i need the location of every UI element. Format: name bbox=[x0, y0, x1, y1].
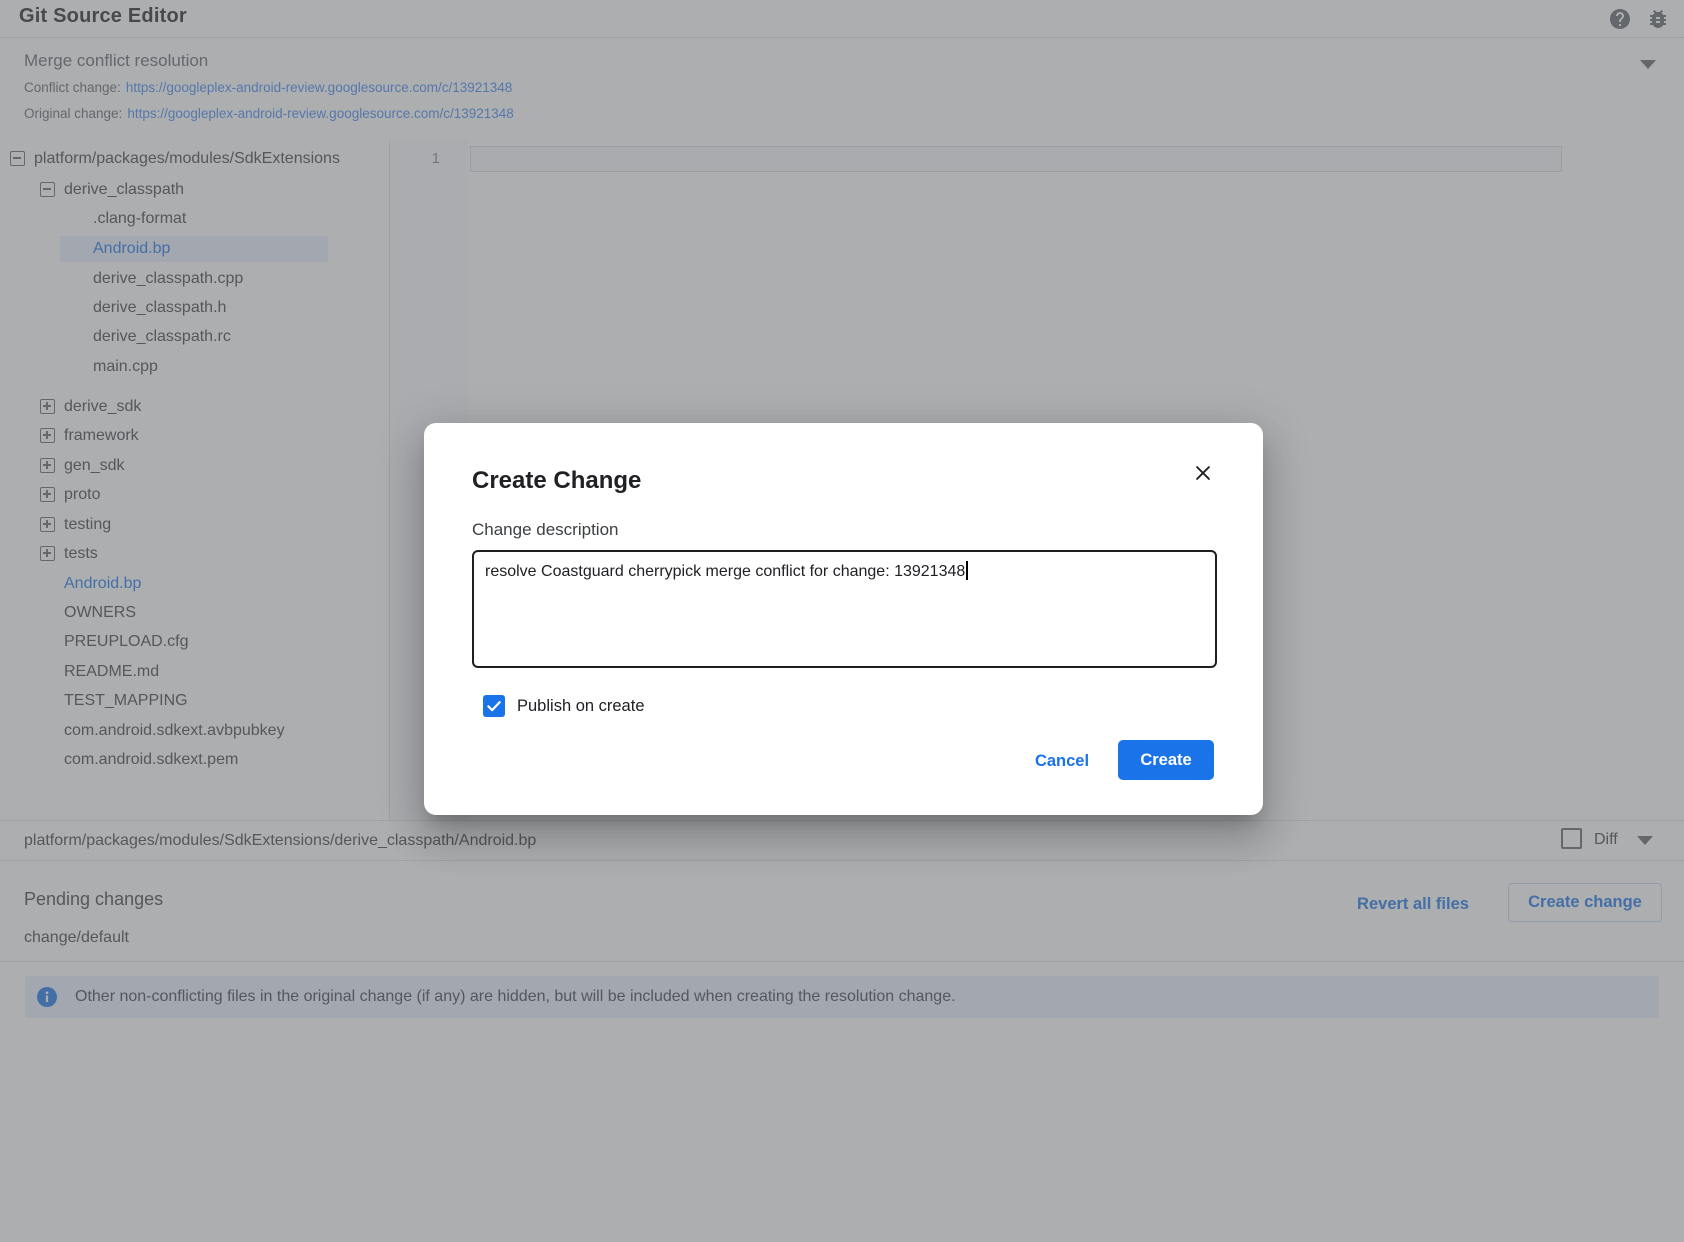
publish-on-create-label[interactable]: Publish on create bbox=[517, 695, 645, 718]
create-button[interactable]: Create bbox=[1118, 740, 1214, 780]
dialog-title: Create Change bbox=[472, 467, 641, 495]
cancel-button[interactable]: Cancel bbox=[1017, 747, 1107, 775]
text-cursor bbox=[966, 561, 968, 580]
change-description-label: Change description bbox=[472, 520, 618, 540]
create-change-dialog: Create Change Change description resolve… bbox=[424, 423, 1263, 815]
git-source-editor-app: Git Source Editor Merge conflict resolut… bbox=[0, 0, 1684, 1242]
change-description-input[interactable]: resolve Coastguard cherrypick merge conf… bbox=[472, 550, 1217, 668]
publish-on-create-checkbox[interactable] bbox=[483, 695, 505, 717]
close-icon[interactable] bbox=[1189, 459, 1217, 487]
change-description-value: resolve Coastguard cherrypick merge conf… bbox=[485, 563, 965, 580]
